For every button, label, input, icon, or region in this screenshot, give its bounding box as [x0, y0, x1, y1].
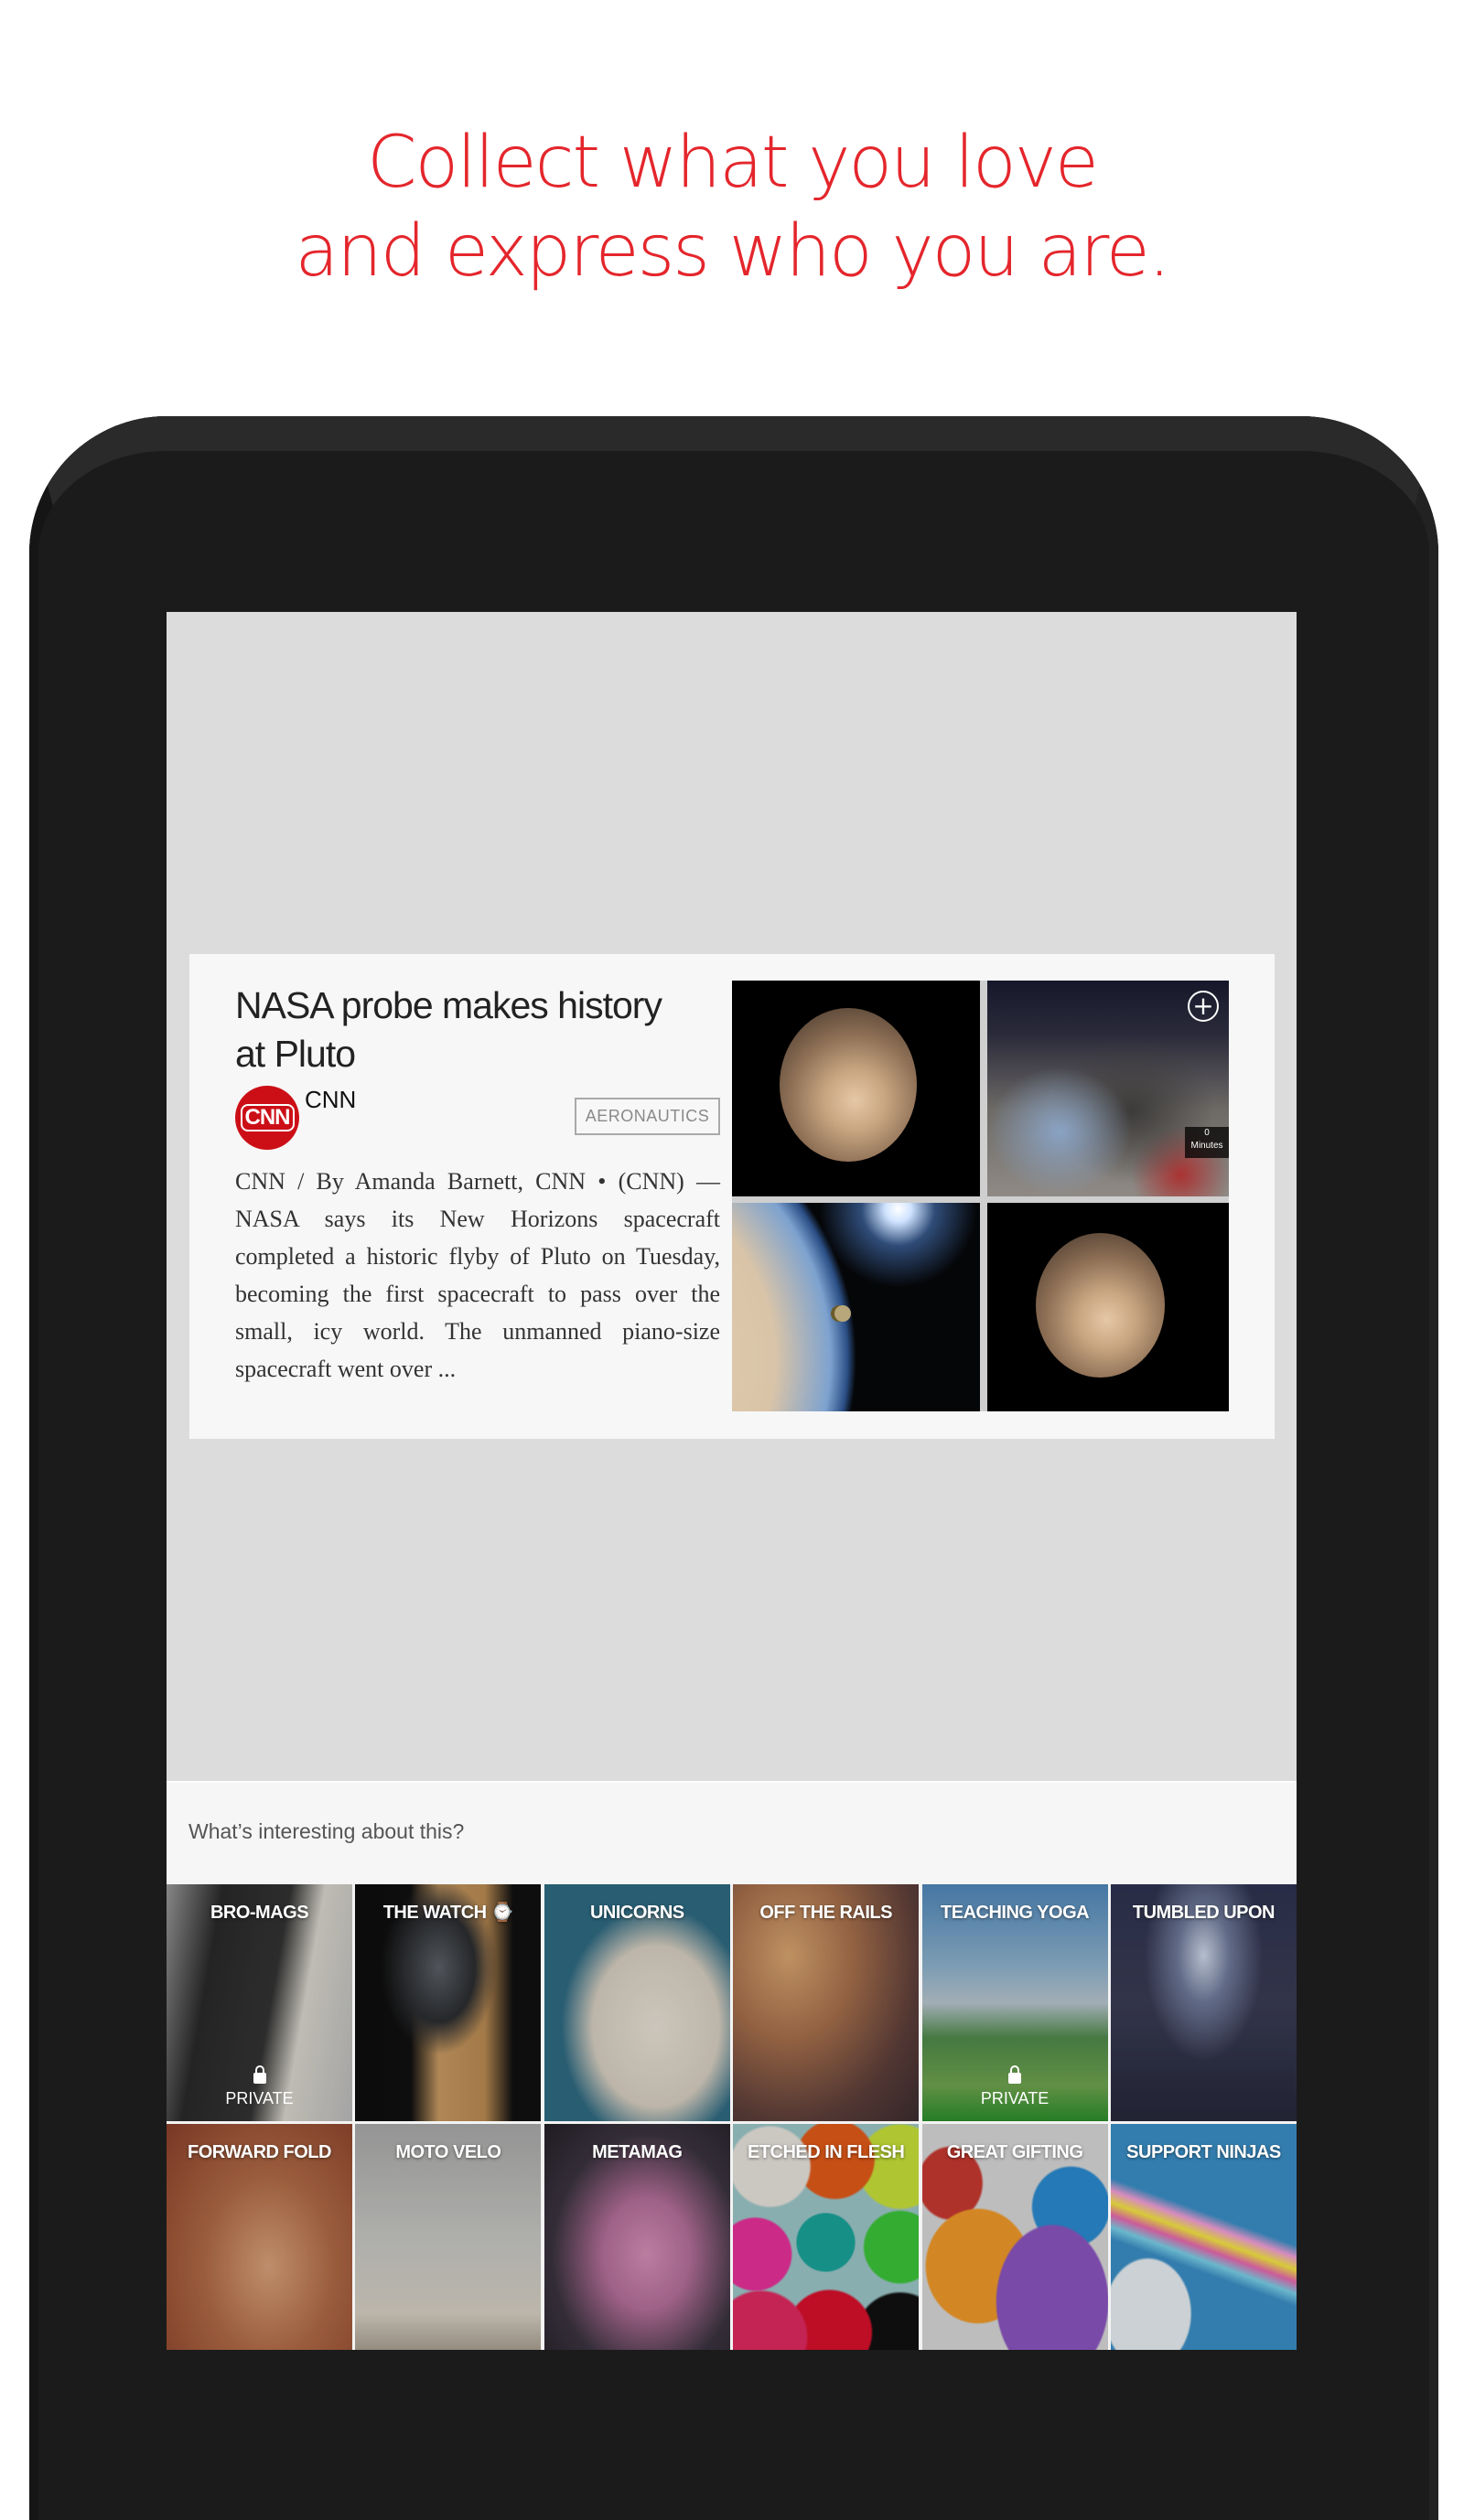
collect-prompt-text: What’s interesting about this? [188, 1819, 465, 1843]
private-label: PRIVATE [980, 2089, 1050, 2107]
collection-tile-great-gifting[interactable]: GREAT GIFTING [921, 2124, 1108, 2350]
collection-tile-metamag[interactable]: METAMAG [544, 2124, 730, 2350]
pluto-image [780, 1008, 917, 1162]
collection-grid: BRO-MAGS PRIVATE THE WATCH ⌚ UNICORNS OF… [167, 1884, 1297, 2350]
plus-circle-icon[interactable]: + [1188, 991, 1219, 1022]
private-indicator: PRIVATE [922, 2065, 1108, 2108]
collection-tile-etched-in-flesh[interactable]: ETCHED IN FLESH [733, 2124, 920, 2350]
collection-tile-support-ninjas[interactable]: SUPPORT NINJAS [1110, 2124, 1297, 2350]
article-image-grid: 0 Minutes + [732, 981, 1229, 1411]
promo-headline: Collect what you love and express who yo… [0, 119, 1464, 296]
source-logo-text: CNN [240, 1104, 295, 1131]
collection-tile-tumbled-upon[interactable]: TUMBLED UPON [1110, 1884, 1297, 2121]
spacecraft-icon [834, 1305, 851, 1322]
collection-name: METAMAG [592, 2142, 683, 2162]
headline-line-2: and express who you are. [295, 210, 1170, 293]
collection-name: TUMBLED UPON [1132, 1903, 1276, 1923]
cnn-logo-icon: CNN [235, 1086, 299, 1150]
article-excerpt: CNN / By Amanda Barnett, CNN • (CNN) — N… [235, 1168, 720, 1382]
lock-icon [1008, 2065, 1022, 2084]
collection-tile-forward-fold[interactable]: FORWARD FOLD [167, 2124, 352, 2350]
private-indicator: PRIVATE [167, 2065, 352, 2108]
private-label: PRIVATE [225, 2089, 294, 2107]
collection-name: OFF THE RAILS [759, 1903, 892, 1923]
article-image-pluto-1[interactable] [732, 981, 980, 1196]
collection-tile-teaching-yoga[interactable]: TEACHING YOGA PRIVATE [921, 1884, 1108, 2121]
article-card[interactable]: NASA probe makes history at Pluto CNN CN… [189, 954, 1275, 1439]
collection-name: BRO-MAGS [210, 1903, 309, 1923]
lock-icon [253, 2065, 266, 2084]
collection-name: ETCHED IN FLESH [747, 2142, 905, 2162]
article-image-crowd[interactable]: 0 Minutes + [987, 981, 1229, 1196]
article-image-pluto-2[interactable] [987, 1203, 1229, 1411]
collection-tile-off-the-rails[interactable]: OFF THE RAILS [733, 1884, 920, 2121]
countdown-label: Minutes [1190, 1141, 1223, 1151]
article-image-spacecraft[interactable] [732, 1203, 980, 1411]
source-name[interactable]: CNN [305, 1086, 356, 1114]
collection-tile-bro-mags[interactable]: BRO-MAGS PRIVATE [167, 1884, 352, 2121]
collection-tile-moto-velo[interactable]: MOTO VELO [355, 2124, 542, 2350]
earth-from-space-image [732, 1203, 980, 1411]
collection-name: TEACHING YOGA [941, 1903, 1090, 1923]
collection-name: SUPPORT NINJAS [1126, 2142, 1281, 2162]
collection-name: THE WATCH ⌚ [382, 1903, 514, 1923]
countdown-overlay: 0 Minutes [1185, 1127, 1229, 1158]
collection-tile-unicorns[interactable]: UNICORNS [544, 1884, 730, 2121]
article-title[interactable]: NASA probe makes history at Pluto [235, 981, 674, 1078]
pluto-image [1036, 1233, 1165, 1378]
countdown-value: 0 [1204, 1128, 1210, 1138]
collection-name: FORWARD FOLD [188, 2142, 331, 2162]
headline-line-1: Collect what you love [367, 122, 1099, 204]
app-screen: NASA probe makes history at Pluto CNN CN… [167, 612, 1297, 2350]
topic-tag[interactable]: AERONAUTICS [575, 1098, 720, 1135]
collection-name: UNICORNS [589, 1903, 684, 1923]
collection-name: MOTO VELO [395, 2142, 501, 2162]
collection-name: GREAT GIFTING [946, 2142, 1083, 2162]
collection-tile-the-watch[interactable]: THE WATCH ⌚ [355, 1884, 542, 2121]
collect-prompt-panel: What’s interesting about this? [167, 1781, 1297, 1884]
